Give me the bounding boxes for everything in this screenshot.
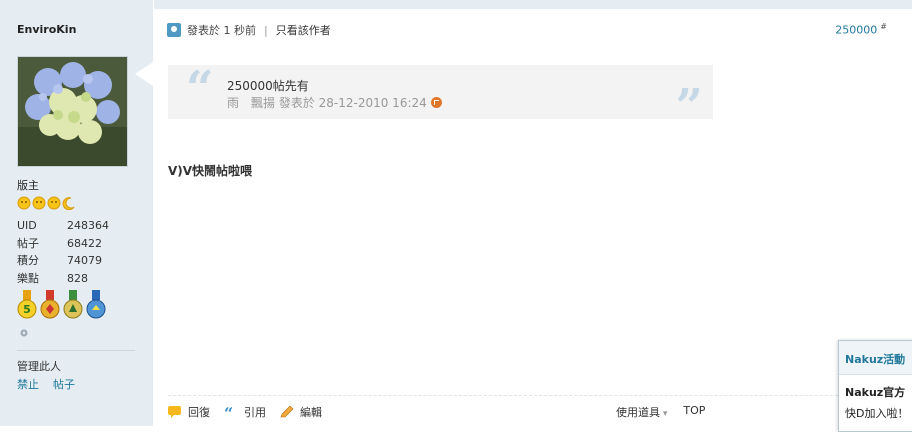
reply-icon	[168, 406, 181, 418]
user-posts-link[interactable]: 帖子	[53, 376, 75, 392]
post-floor-number[interactable]: 250000 #	[835, 22, 887, 37]
top-bar	[154, 0, 912, 9]
online-user-icon	[167, 23, 181, 37]
rank-stars	[17, 196, 76, 211]
svg-text:“: “	[224, 406, 233, 418]
author-sidebar: EnviroKin 版主 UID 248364 帖子 68422 積分 7407…	[0, 0, 153, 426]
back-to-top-link[interactable]: TOP	[683, 404, 705, 420]
use-tools-dropdown[interactable]: 使用道具	[616, 404, 667, 420]
medal-icon[interactable]: 5	[17, 290, 37, 320]
magic-item-icon[interactable]	[19, 328, 29, 338]
ban-user-link[interactable]: 禁止	[17, 376, 39, 392]
floating-notice[interactable]: Nakuz活動 Nakuz官方 快D加入啦！	[838, 340, 912, 432]
only-author-link[interactable]: 只看該作者	[276, 22, 331, 38]
bubble-tip	[135, 62, 153, 86]
post-actions: 回復 “ 引用 編輯	[168, 404, 322, 420]
medal-icon[interactable]	[40, 290, 60, 320]
svg-text:5: 5	[23, 303, 31, 316]
medal-icon[interactable]	[86, 290, 106, 320]
manage-user-label: 管理此人	[17, 360, 61, 373]
stat-points: 樂點 828	[17, 271, 88, 285]
stat-posts: 帖子 68422	[17, 236, 102, 250]
notice-line-1[interactable]: Nakuz官方	[845, 384, 905, 400]
go-to-post-icon[interactable]	[430, 97, 442, 108]
manage-links: 禁止 帖子	[17, 376, 75, 392]
author-username[interactable]: EnviroKin	[17, 23, 76, 36]
sun-icon	[17, 196, 31, 210]
medals: 5	[17, 290, 106, 320]
quote-icon: “	[224, 406, 233, 418]
actions-divider	[168, 395, 893, 396]
avatar[interactable]	[17, 56, 128, 167]
stat-credits: 積分 74079	[17, 254, 102, 267]
notice-line-2[interactable]: 快D加入啦！	[845, 405, 908, 421]
quote-open-icon: “	[186, 61, 214, 117]
sidebar-divider	[17, 350, 135, 351]
sun-icon	[32, 196, 46, 210]
quote-block: “ 250000帖先有 雨 飄揚 發表於 28-12-2010 16:24 ”	[168, 61, 713, 131]
edit-button[interactable]: 編輯	[280, 404, 322, 420]
meta-separator: |	[264, 23, 268, 37]
stat-uid: UID 248364	[17, 219, 109, 232]
edit-pencil-icon	[280, 406, 294, 418]
post-tools: 使用道具 TOP	[616, 404, 705, 420]
notice-header[interactable]: Nakuz活動	[839, 341, 912, 375]
quote-text: 250000帖先有	[227, 79, 309, 93]
medal-icon[interactable]	[63, 290, 83, 320]
sun-icon	[47, 196, 61, 210]
moon-icon	[62, 196, 76, 211]
post-content: V)V快鬧帖啦喂	[168, 164, 253, 178]
author-rank: 版主	[17, 179, 39, 192]
quote-button[interactable]: “ 引用	[224, 404, 266, 420]
quote-source: 雨 飄揚 發表於 28-12-2010 16:24	[227, 94, 442, 111]
post-meta: 發表於 1 秒前 | 只看該作者	[167, 22, 331, 38]
quote-close-icon: ”	[675, 79, 703, 135]
reply-button[interactable]: 回復	[168, 404, 210, 420]
author-stats: UID 248364 帖子 68422 積分 74079 樂點 828	[17, 217, 109, 287]
post-time: 發表於 1 秒前	[187, 24, 256, 37]
